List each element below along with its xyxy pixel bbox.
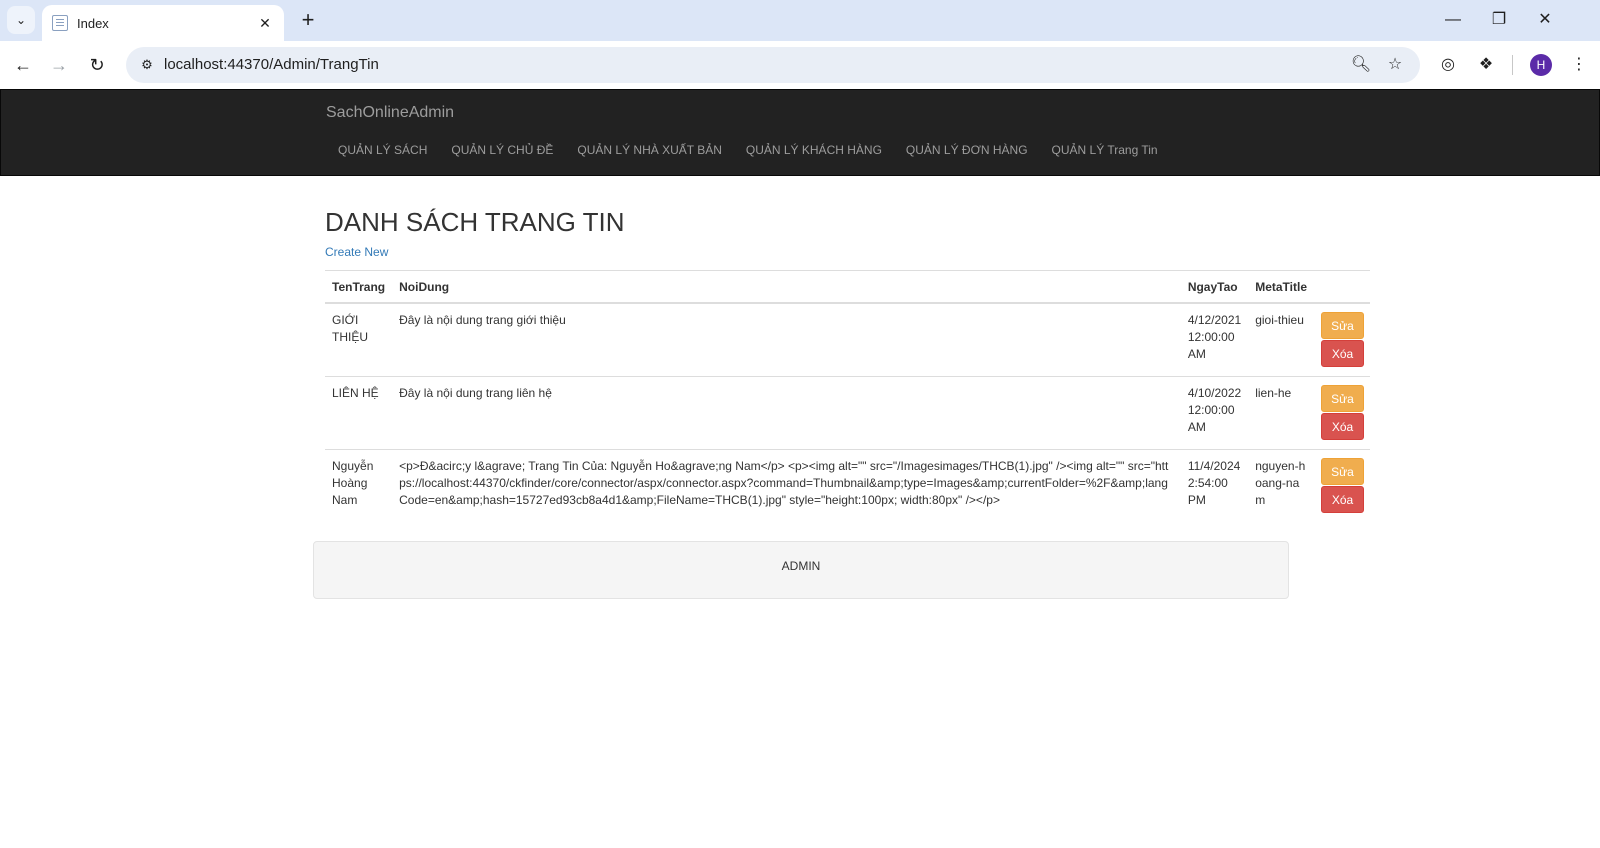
delete-button[interactable]: Xóa [1321,339,1364,367]
close-tab-icon[interactable]: ✕ [256,15,274,32]
header-ngay-tao: NgayTao [1180,270,1249,304]
cell-actions: Sửa Xóa [1314,302,1370,376]
cell-actions: Sửa Xóa [1314,375,1370,449]
nav-item-quan-ly-nha-xuat-ban[interactable]: QUẢN LÝ NHÀ XUẤT BẢN [565,140,733,160]
browser-toolbar: ← → ↻ ⚙ localhost:44370/Admin/TrangTin 🔍… [0,41,1600,88]
restore-button[interactable]: ❐ [1484,8,1514,32]
cell-ten-trang: LIÊN HỆ [325,375,393,449]
reload-icon[interactable]: ↻ [83,51,111,79]
nav-item-quan-ly-chu-de[interactable]: QUẢN LÝ CHỦ ĐỀ [439,140,565,160]
bookmark-star-icon[interactable]: ☆ [1381,51,1409,79]
page-title: DANH SÁCH TRANG TIN [325,207,625,237]
delete-button[interactable]: Xóa [1321,485,1364,513]
cell-noi-dung: Đây là nội dung trang giới thiệu [392,302,1181,376]
table-row: GIỚI THIỆU Đây là nội dung trang giới th… [325,302,1370,376]
url-text[interactable]: localhost:44370/Admin/TrangTin [164,47,379,83]
header-meta-title: MetaTitle [1248,270,1314,304]
brand-link[interactable]: SachOnlineAdmin [326,104,454,122]
profile-avatar[interactable]: H [1530,54,1552,76]
cell-ngay-tao: 4/10/2022 12:00:00 AM [1180,375,1249,449]
forward-icon[interactable]: → [45,51,73,79]
nav-item-quan-ly-sach[interactable]: QUẢN LÝ SÁCH [326,140,439,160]
create-new-link[interactable]: Create New [325,245,388,259]
cell-meta-title: lien-he [1248,375,1314,449]
cell-ngay-tao: 4/12/2021 12:00:00 AM [1180,302,1249,376]
minimize-button[interactable]: — [1438,8,1468,32]
trang-tin-table: TenTrang NoiDung NgayTao MetaTitle GIỚI … [325,270,1370,522]
address-bar[interactable]: ⚙ localhost:44370/Admin/TrangTin 🔍︎ ☆ [126,47,1420,83]
browser-tab[interactable]: Index ✕ [42,5,284,41]
tab-search-chevron-icon[interactable]: ⌄ [7,6,35,34]
close-window-button[interactable]: ✕ [1530,8,1560,32]
menu-kebab-icon[interactable]: ⋮ [1565,51,1593,79]
cell-ten-trang: GIỚI THIỆU [325,302,393,376]
nav-menu: QUẢN LÝ SÁCH QUẢN LÝ CHỦ ĐỀ QUẢN LÝ NHÀ … [326,140,1170,160]
footer-panel: ADMIN [313,541,1289,599]
footer-text: ADMIN [781,559,821,573]
new-tab-button[interactable]: + [295,8,321,34]
edit-button[interactable]: Sửa [1321,384,1364,412]
cell-actions: Sửa Xóa [1314,448,1370,522]
site-info-icon[interactable]: ⚙ [134,52,160,78]
nav-item-quan-ly-trang-tin[interactable]: QUẢN LÝ Trang Tin [1040,140,1170,160]
header-ten-trang: TenTrang [325,270,393,304]
back-icon[interactable]: ← [9,51,37,79]
cell-meta-title: gioi-thieu [1248,302,1314,376]
cell-noi-dung: <p>Đ&acirc;y l&agrave; Trang Tin Của: Ng… [392,448,1181,522]
cell-meta-title: nguyen-hoang-nam [1248,448,1314,522]
browser-tabstrip: ⌄ Index ✕ + — ❐ ✕ [0,0,1600,41]
extension-compass-icon[interactable]: ◎ [1434,51,1462,79]
table-row: Nguyễn Hoàng Nam <p>Đ&acirc;y l&agrave; … [325,448,1370,522]
delete-button[interactable]: Xóa [1321,412,1364,440]
cell-ten-trang: Nguyễn Hoàng Nam [325,448,393,522]
zoom-icon[interactable]: 🔍︎ [1347,51,1375,79]
tab-title: Index [77,15,109,31]
nav-item-quan-ly-khach-hang[interactable]: QUẢN LÝ KHÁCH HÀNG [734,140,894,160]
cell-ngay-tao: 11/4/2024 2:54:00 PM [1180,448,1249,522]
cell-noi-dung: Đây là nội dung trang liên hệ [392,375,1181,449]
site-navbar: SachOnlineAdmin QUẢN LÝ SÁCH QUẢN LÝ CHỦ… [0,89,1600,176]
page-icon [52,15,68,31]
extensions-puzzle-icon[interactable]: ❖ [1472,51,1500,79]
table-header-row: TenTrang NoiDung NgayTao MetaTitle [325,270,1370,304]
header-noi-dung: NoiDung [392,270,1181,304]
table-row: LIÊN HỆ Đây là nội dung trang liên hệ 4/… [325,375,1370,449]
edit-button[interactable]: Sửa [1321,311,1364,339]
header-actions [1314,270,1370,304]
nav-item-quan-ly-don-hang[interactable]: QUẢN LÝ ĐƠN HÀNG [894,140,1040,160]
toolbar-separator [1512,55,1513,75]
edit-button[interactable]: Sửa [1321,457,1364,485]
